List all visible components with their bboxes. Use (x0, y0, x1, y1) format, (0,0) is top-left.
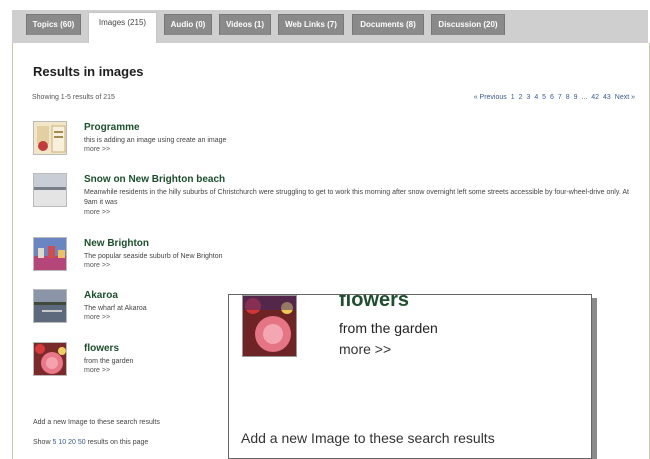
tab-topics[interactable]: Topics (60) (26, 14, 81, 35)
results-count: Showing 1-5 results of 215 (32, 94, 115, 101)
zoom-thumbnail[interactable] (242, 295, 297, 357)
more-link[interactable]: more >> (84, 209, 110, 216)
zoom-more-link[interactable]: more >> (339, 341, 391, 357)
result-title[interactable]: flowers (84, 343, 119, 354)
flowers-zoom-image (243, 296, 296, 356)
page-link[interactable]: 4 (534, 94, 538, 101)
results-per-page: Show 5 10 20 50 results on this page (33, 439, 148, 446)
page-link[interactable]: 5 (542, 94, 546, 101)
tab-discussion[interactable]: Discussion (20) (431, 14, 505, 35)
page-link[interactable]: 2 (519, 94, 523, 101)
tab-documents[interactable]: Documents (8) (352, 14, 424, 35)
result-description: this is adding an image using create an … (84, 137, 227, 144)
result-title[interactable]: Programme (84, 122, 140, 133)
snow-beach-thumbnail-image (34, 174, 66, 206)
pagination: « Previous 1 2 3 4 5 6 7 8 9 ... 42 43 N… (472, 94, 635, 101)
more-link[interactable]: more >> (84, 314, 110, 321)
result-thumbnail[interactable] (33, 342, 67, 376)
add-new-image-link[interactable]: Add a new Image to these search results (33, 419, 160, 426)
result-title[interactable]: New Brighton (84, 238, 149, 249)
tab-web-links[interactable]: Web Links (7) (278, 14, 344, 35)
page-link[interactable]: 7 (558, 94, 562, 101)
result-thumbnail[interactable] (33, 289, 67, 323)
zoom-title[interactable]: flowers (339, 295, 409, 312)
result-thumbnail[interactable] (33, 237, 67, 271)
tab-images[interactable]: Images (215) (88, 12, 157, 43)
previous-link[interactable]: « Previous (474, 94, 507, 101)
more-link[interactable]: more >> (84, 367, 110, 374)
zoom-add-new-image-link[interactable]: Add a new Image to these search results (241, 430, 495, 446)
per-page-option[interactable]: 20 (68, 439, 76, 446)
more-link[interactable]: more >> (84, 262, 110, 269)
page-link[interactable]: 8 (566, 94, 570, 101)
per-page-option[interactable]: 10 (58, 439, 66, 446)
page-link[interactable]: 1 (511, 94, 515, 101)
tab-videos[interactable]: Videos (1) (219, 14, 271, 35)
flowers-thumbnail-image (34, 343, 66, 375)
per-page-option[interactable]: 50 (78, 439, 86, 446)
tab-audio[interactable]: Audio (0) (164, 14, 212, 35)
result-thumbnail[interactable] (33, 121, 67, 155)
page-link[interactable]: 43 (603, 94, 611, 101)
page-link[interactable]: 3 (526, 94, 530, 101)
programme-thumbnail-image (34, 122, 66, 154)
page-link[interactable]: 9 (574, 94, 578, 101)
more-link[interactable]: more >> (84, 146, 110, 153)
result-thumbnail[interactable] (33, 173, 67, 207)
result-title[interactable]: Akaroa (84, 290, 118, 301)
show-suffix: results on this page (87, 439, 149, 446)
magnified-callout: flowers from the garden more >> Add a ne… (228, 294, 592, 459)
new-brighton-thumbnail-image (34, 238, 66, 270)
page-link[interactable]: 6 (550, 94, 554, 101)
result-title[interactable]: Snow on New Brighton beach (84, 174, 225, 185)
next-link[interactable]: Next » (615, 94, 635, 101)
pager-ellipsis: ... (581, 94, 588, 101)
page-title: Results in images (33, 64, 144, 79)
result-description: Meanwhile residents in the hilly suburbs… (84, 189, 629, 206)
page-link[interactable]: 42 (591, 94, 599, 101)
show-prefix: Show (33, 439, 51, 446)
result-description: The popular seaside suburb of New Bright… (84, 253, 223, 260)
zoom-description: from the garden (339, 320, 438, 336)
per-page-option[interactable]: 5 (52, 439, 56, 446)
akaroa-thumbnail-image (34, 290, 66, 322)
